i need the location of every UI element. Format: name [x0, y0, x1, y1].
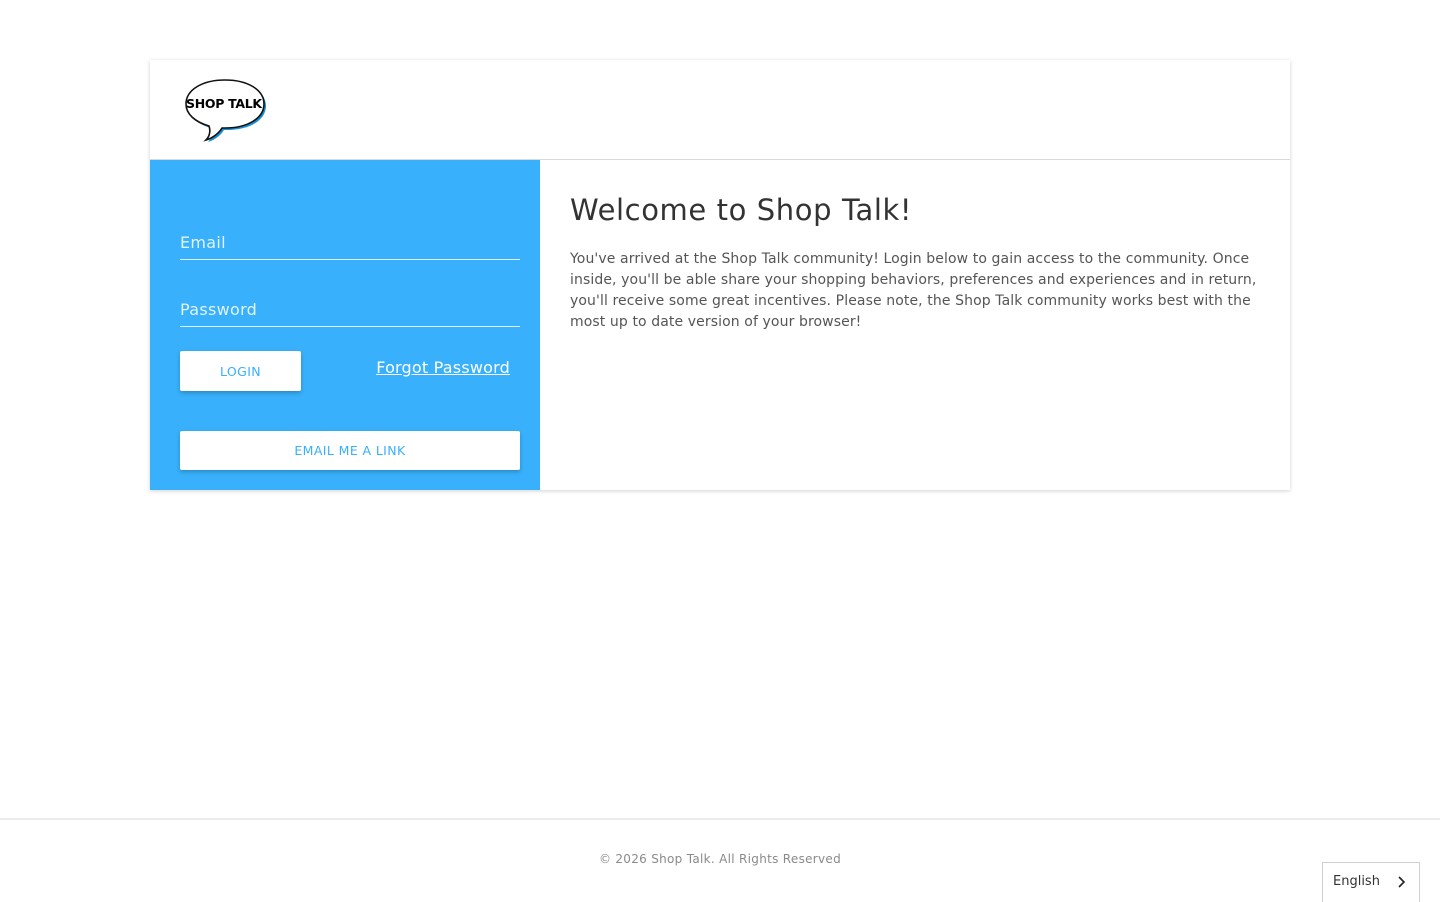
email-me-a-link-button[interactable]: EMAIL ME A LINK: [180, 431, 520, 470]
logo-text: SHOP TALK: [186, 96, 262, 111]
welcome-pane: Welcome to Shop Talk! You've arrived at …: [540, 160, 1290, 490]
login-pane: LOGIN Forgot Password EMAIL ME A LINK: [150, 160, 540, 490]
password-input[interactable]: [180, 293, 520, 326]
card-body: LOGIN Forgot Password EMAIL ME A LINK We…: [150, 160, 1290, 490]
copyright-text: © 2026 Shop Talk. All Rights Reserved: [598, 852, 842, 866]
welcome-title: Welcome to Shop Talk!: [570, 193, 913, 227]
card-header: SHOP TALK: [150, 60, 1290, 160]
forgot-password-link[interactable]: Forgot Password: [376, 358, 510, 377]
language-selector[interactable]: English: [1322, 862, 1420, 902]
login-card: SHOP TALK LOGIN Forgot Password EMAIL ME…: [150, 60, 1290, 490]
chevron-right-icon: [1398, 876, 1406, 888]
footer: © 2026 Shop Talk. All Rights Reserved En…: [0, 818, 1440, 902]
email-input[interactable]: [180, 226, 520, 259]
language-label: English: [1333, 874, 1380, 889]
email-field-wrapper: [180, 226, 520, 260]
welcome-text: You've arrived at the Shop Talk communit…: [570, 251, 1257, 330]
login-button[interactable]: LOGIN: [180, 351, 301, 391]
password-field-wrapper: [180, 293, 520, 327]
